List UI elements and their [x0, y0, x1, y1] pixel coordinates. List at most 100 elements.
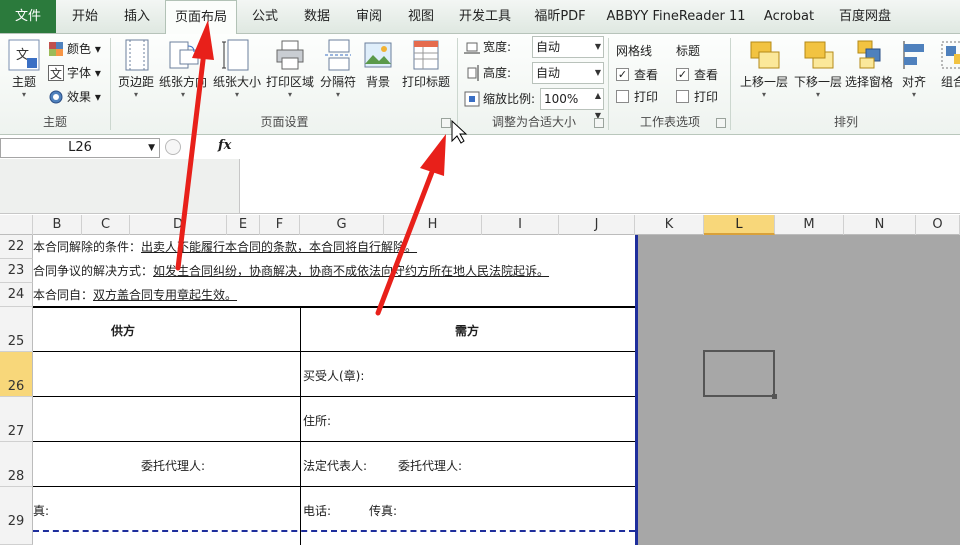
page-setup-dialog-launcher[interactable]: [441, 118, 451, 128]
effective-date-line: 本合同自：双方盖合同专用章起生效。: [33, 288, 238, 302]
background-image-icon: [361, 38, 395, 72]
row-header[interactable]: 23: [0, 259, 33, 283]
width-dropdown[interactable]: 自动 ▼: [532, 36, 604, 58]
buyer-fax-label: 传真:: [369, 504, 398, 518]
column-header[interactable]: M: [775, 215, 844, 235]
tab-developer[interactable]: 开发工具: [450, 0, 520, 34]
supplier-agent-label: 委托代理人:: [141, 459, 206, 473]
bring-forward-button[interactable]: 上移一层 ▾: [736, 38, 792, 100]
group-divider: [608, 38, 609, 130]
page-setup-group-label: 页面设置: [260, 115, 309, 129]
margins-button[interactable]: 页边距 ▾: [114, 38, 158, 100]
fonts-button[interactable]: 文字体 ▾: [48, 62, 101, 84]
row-header[interactable]: 25: [0, 307, 33, 352]
column-header[interactable]: B: [33, 215, 82, 235]
tab-insert[interactable]: 插入: [113, 0, 161, 34]
chevron-down-icon: ▼: [594, 42, 601, 51]
tab-data[interactable]: 数据: [293, 0, 341, 34]
orientation-icon: [166, 38, 200, 72]
cancel-icon[interactable]: [165, 139, 181, 155]
gridlines-print-checkbox[interactable]: 打印: [616, 86, 658, 108]
gridlines-view-checkbox[interactable]: ✓ 查看: [616, 64, 658, 86]
page-setup-group: 页边距 ▾ 纸张方向 ▾ 纸张大小 ▾ 打印区域 ▾ 分隔符 ▾ 背景 打印标题…: [112, 34, 457, 134]
fill-handle[interactable]: [772, 394, 777, 399]
scale-spinner[interactable]: 100% ▲ ▼: [540, 88, 604, 120]
align-icon: [898, 38, 932, 72]
insert-function-button[interactable]: fx: [218, 138, 231, 153]
size-button[interactable]: 纸张大小 ▾: [210, 38, 264, 100]
background-button[interactable]: 背景: [360, 38, 396, 90]
group-icon: [938, 38, 960, 72]
tab-acrobat[interactable]: Acrobat: [754, 0, 824, 34]
selection-pane-button[interactable]: 选择窗格: [844, 38, 894, 90]
column-header[interactable]: I: [482, 215, 559, 235]
bring-forward-icon: [747, 38, 781, 72]
phone-label: 电话:: [303, 504, 332, 518]
arrange-group: 上移一层 ▾ 下移一层 ▾ 选择窗格 对齐 ▾ 组合 排列: [732, 34, 960, 134]
sheet-options-dialog-launcher[interactable]: [716, 118, 726, 128]
buyer-seal-label: 买受人(章):: [303, 369, 365, 383]
name-box[interactable]: L26 ▼: [0, 138, 160, 158]
send-backward-button[interactable]: 下移一层 ▾: [790, 38, 846, 100]
orientation-button[interactable]: 纸张方向 ▾: [158, 38, 208, 100]
themes-group-label: 主题: [42, 115, 67, 129]
group-button[interactable]: 组合: [938, 38, 960, 90]
row-header[interactable]: 22: [0, 235, 33, 259]
scale-dialog-launcher[interactable]: [594, 118, 604, 128]
headings-view-checkbox[interactable]: ✓ 查看: [676, 64, 718, 86]
width-icon: [464, 39, 480, 55]
effects-icon: [48, 89, 64, 105]
outside-print-area[interactable]: [635, 235, 960, 545]
column-header[interactable]: E: [227, 215, 260, 235]
sheet-options-group: 网格线 标题 ✓ 查看 ✓ 查看 打印 打印 工作表选项: [610, 34, 730, 134]
tab-file[interactable]: 文件: [0, 0, 56, 33]
row-header[interactable]: 29: [0, 487, 33, 545]
worksheet-grid[interactable]: 本合同解除的条件：出卖人不能履行本合同的条款，本合同将自行解除。 合同争议的解决…: [33, 235, 635, 545]
themes-button[interactable]: 文 主题 ▾: [4, 38, 44, 100]
breaks-button[interactable]: 分隔符 ▾: [316, 38, 360, 100]
headings-print-checkbox[interactable]: 打印: [676, 86, 718, 108]
tab-abbyy[interactable]: ABBYY FineReader 11: [604, 0, 748, 34]
print-area-button[interactable]: 打印区域 ▾: [264, 38, 316, 100]
column-header[interactable]: F: [260, 215, 300, 235]
column-header-selected[interactable]: L: [704, 215, 775, 235]
sheet-options-group-label: 工作表选项: [639, 115, 700, 129]
column-header[interactable]: G: [300, 215, 384, 235]
headings-heading: 标题: [676, 44, 701, 58]
tab-foxit-pdf[interactable]: 福昕PDF: [526, 0, 594, 34]
tab-view[interactable]: 视图: [397, 0, 445, 34]
select-all-corner[interactable]: [0, 215, 33, 235]
print-titles-icon: [409, 38, 443, 72]
column-header[interactable]: H: [384, 215, 482, 235]
tab-page-layout[interactable]: 页面布局: [165, 0, 237, 35]
margins-icon: [119, 38, 153, 72]
checkmark-icon: ✓: [676, 68, 689, 81]
height-label: 高度:: [464, 62, 511, 84]
scale-to-fit-group: 宽度: 自动 ▼ 高度: 自动 ▼ 缩放比例: 100% ▲ ▼ 调整为合适大小: [460, 34, 608, 134]
align-button[interactable]: 对齐 ▾: [898, 38, 930, 100]
selection-pane-icon: [852, 38, 886, 72]
buyer-header: 需方: [455, 324, 480, 338]
height-icon: [464, 64, 480, 81]
effects-button[interactable]: 效果 ▾: [48, 86, 101, 108]
row-header-selected[interactable]: 26: [0, 352, 33, 397]
active-cell-selection[interactable]: [703, 350, 777, 399]
tab-formulas[interactable]: 公式: [242, 0, 288, 34]
height-dropdown[interactable]: 自动 ▼: [532, 62, 604, 84]
column-header[interactable]: C: [82, 215, 130, 235]
column-header[interactable]: D: [130, 215, 227, 235]
tab-review[interactable]: 审阅: [345, 0, 393, 34]
column-header[interactable]: N: [844, 215, 916, 235]
column-header[interactable]: K: [635, 215, 704, 235]
formula-input[interactable]: [241, 135, 960, 213]
group-divider: [110, 38, 111, 130]
row-header[interactable]: 27: [0, 397, 33, 442]
row-header[interactable]: 28: [0, 442, 33, 487]
print-titles-button[interactable]: 打印标题: [396, 38, 456, 90]
row-header[interactable]: 24: [0, 283, 33, 307]
column-header[interactable]: J: [559, 215, 635, 235]
tab-baidu-netdisk[interactable]: 百度网盘: [830, 0, 900, 34]
colors-button[interactable]: 颜色 ▾: [48, 38, 101, 60]
column-header[interactable]: O: [916, 215, 960, 235]
tab-home[interactable]: 开始: [60, 0, 110, 34]
